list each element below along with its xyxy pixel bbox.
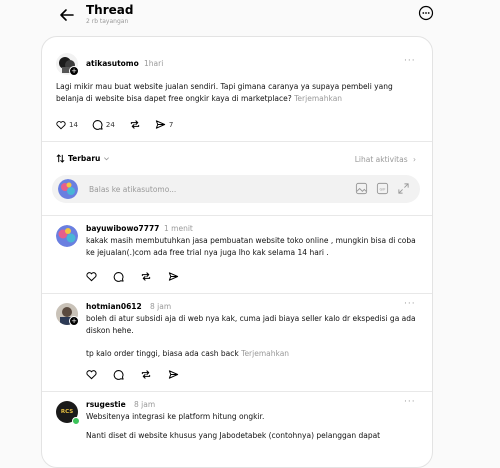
send-icon (155, 120, 165, 129)
repost-button[interactable] (129, 119, 141, 130)
thread-card: + atikasutomo 1hari ··· Lagi mikir mau b… (41, 36, 433, 468)
post-time: 1hari (144, 59, 164, 68)
reply-tools: GIF (355, 182, 410, 195)
translate-link[interactable]: Terjemahkan (294, 94, 342, 103)
follow-badge[interactable]: + (69, 66, 79, 76)
reply-actions (86, 369, 179, 380)
image-icon[interactable] (355, 182, 368, 195)
reply-username[interactable]: bayuwibowo7777 (86, 224, 159, 233)
gif-icon[interactable]: GIF (376, 182, 389, 195)
heart-icon (56, 120, 66, 129)
reply-time: 8 jam (134, 400, 156, 409)
post-actions: 14 24 7 (56, 119, 173, 130)
heart-icon[interactable] (86, 271, 97, 282)
sort-label: Terbaru (68, 154, 101, 163)
more-options-icon[interactable] (418, 5, 434, 21)
reply-menu-icon[interactable]: ··· (404, 299, 416, 309)
user-avatar (58, 179, 78, 199)
svg-text:GIF: GIF (379, 187, 385, 191)
post-menu-icon[interactable]: ··· (404, 56, 416, 66)
like-button[interactable]: 14 (56, 120, 78, 130)
reply-text-2: Nanti diset di website khusus yang Jabod… (86, 431, 381, 440)
comment-icon[interactable] (113, 369, 124, 380)
top-bar: Thread 2 rb tayangan (0, 0, 500, 34)
sort-icon (56, 154, 65, 163)
reply-time: 1 menit (164, 224, 193, 233)
reply-text: kakak masih membutuhkan jasa pembuatan w… (86, 236, 416, 257)
divider (42, 215, 432, 216)
reply-username[interactable]: rsugestie (86, 400, 126, 409)
reply-text: Websitenya integrasi ke platform hitung … (86, 412, 265, 421)
comment-icon[interactable] (113, 271, 124, 282)
repost-icon[interactable] (140, 271, 152, 282)
reply-body-2: tp kalo order tinggi, biasa ada cash bac… (86, 349, 239, 358)
page-title: Thread (86, 3, 134, 17)
reply-placeholder: Balas ke atikasutomo... (89, 185, 177, 194)
chevron-right-icon: › (413, 155, 416, 164)
share-button[interactable]: 7 (155, 119, 173, 130)
post-text: Lagi mikir mau buat website jualan sendi… (56, 81, 418, 105)
divider (42, 391, 432, 392)
repost-icon[interactable] (140, 369, 152, 380)
send-icon[interactable] (168, 369, 179, 380)
activity-label: Lihat aktivitas (354, 155, 408, 164)
sort-dropdown[interactable]: Terbaru (56, 154, 110, 163)
follow-badge[interactable]: + (69, 316, 79, 326)
like-count: 14 (69, 120, 78, 129)
reply-text-2: tp kalo order tinggi, biasa ada cash bac… (86, 348, 421, 360)
avatar[interactable] (56, 225, 78, 247)
heart-icon[interactable] (86, 369, 97, 380)
expand-icon[interactable] (397, 182, 410, 195)
online-indicator (72, 417, 80, 425)
reply-text: boleh di atur subsidi aja di web nya kak… (86, 314, 416, 335)
reply-actions (86, 271, 179, 282)
reply-menu-icon[interactable]: ··· (404, 397, 416, 407)
reply-time: 8 jam (150, 302, 172, 311)
post-username[interactable]: atikasutomo (86, 59, 139, 68)
share-count: 7 (168, 120, 174, 129)
comment-count: 24 (105, 120, 115, 129)
repost-icon (130, 120, 140, 129)
comment-button[interactable]: 24 (92, 119, 115, 130)
post-body: Lagi mikir mau buat website jualan sendi… (56, 82, 393, 103)
view-activity-link[interactable]: Lihat aktivitas › (355, 155, 416, 164)
divider (42, 141, 432, 142)
comment-icon (92, 120, 103, 130)
chevron-down-icon (104, 157, 110, 161)
send-icon[interactable] (168, 271, 179, 282)
reply-input[interactable]: Balas ke atikasutomo... GIF (52, 175, 420, 203)
translate-link[interactable]: Terjemahkan (241, 349, 289, 358)
back-arrow-icon[interactable] (58, 6, 76, 24)
view-count: 2 rb tayangan (86, 18, 129, 25)
reply-username[interactable]: hotmian0612 (86, 302, 142, 311)
divider (42, 293, 432, 294)
